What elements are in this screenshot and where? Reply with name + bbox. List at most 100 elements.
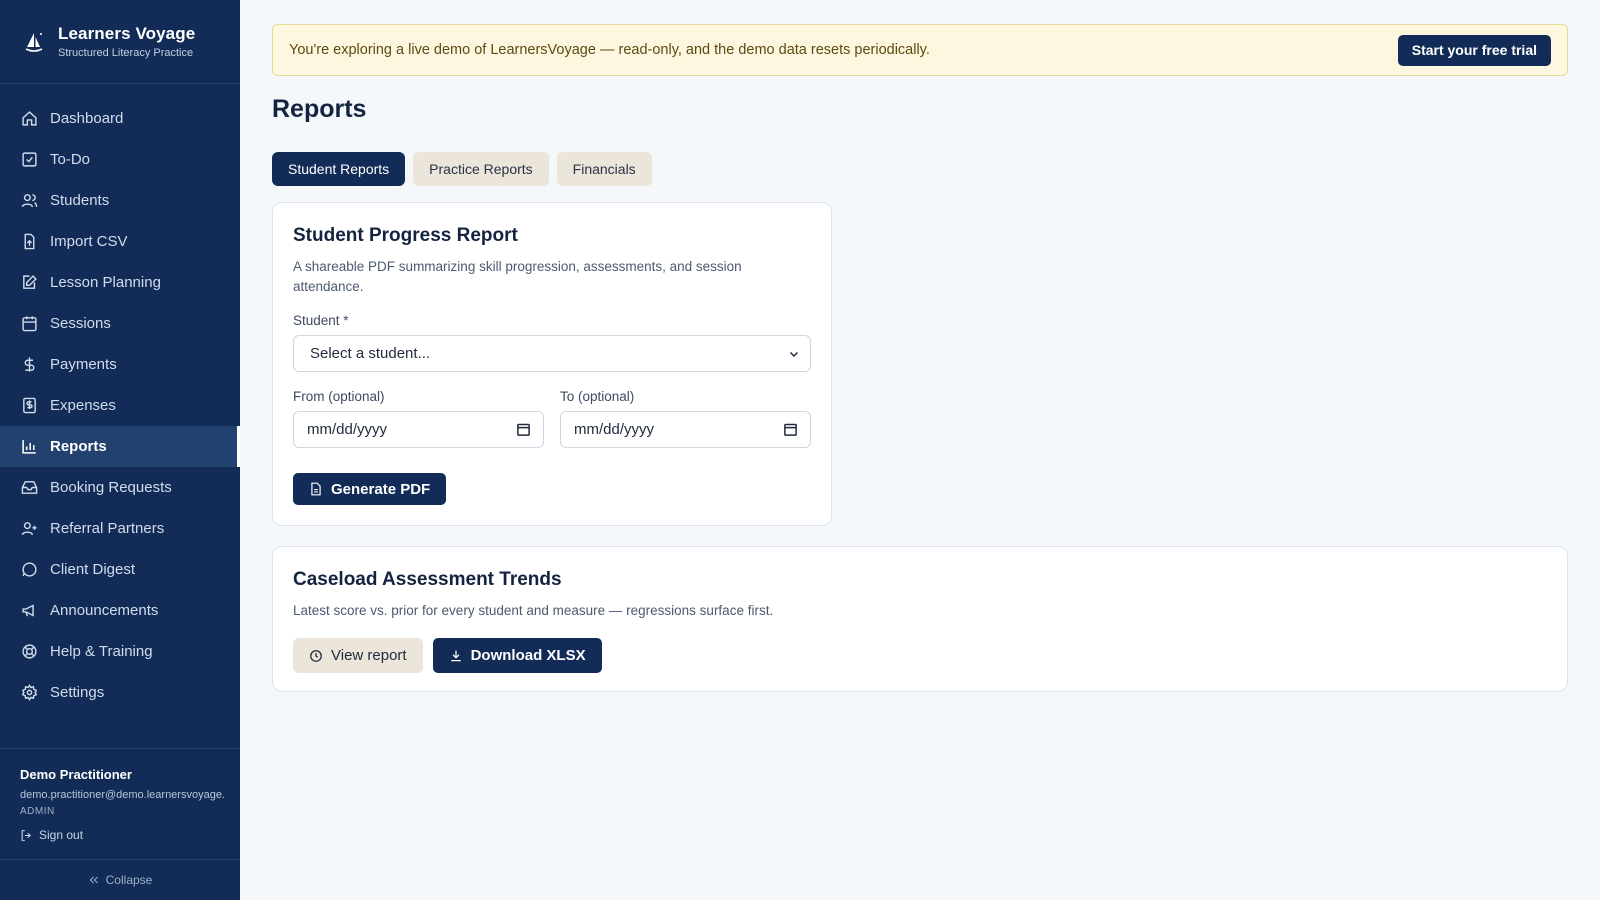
- from-date-placeholder: mm/dd/yyyy: [307, 421, 388, 438]
- chevrons-left-icon: [88, 874, 100, 886]
- user-role: ADMIN: [20, 806, 55, 817]
- brand-subtitle: Structured Literacy Practice: [58, 47, 194, 59]
- calendar-icon: [20, 315, 38, 333]
- users-icon: [20, 192, 38, 210]
- generate-pdf-label: Generate PDF: [331, 480, 431, 498]
- start-free-trial-button[interactable]: Start your free trial: [1397, 34, 1551, 66]
- caseload-assessment-trends-card: Caseload Assessment Trends Latest score …: [272, 546, 1568, 692]
- receipt-icon: [20, 397, 38, 415]
- gear-icon: [20, 684, 38, 702]
- sidebar-item-referral-partners[interactable]: Referral Partners: [0, 508, 240, 549]
- card-title: Caseload Assessment Trends: [293, 569, 562, 590]
- sidebar-item-label: Reports: [50, 438, 107, 455]
- chevron-down-icon: [788, 348, 800, 360]
- to-label: To (optional): [560, 389, 635, 404]
- sign-out-link[interactable]: Sign out: [20, 828, 240, 842]
- sidebar-item-dashboard[interactable]: Dashboard: [0, 98, 240, 139]
- date-range: From (optional) mm/dd/yyyy To (optional)…: [293, 389, 811, 448]
- user-plus-icon: [20, 520, 38, 538]
- sidebar-item-lesson-planning[interactable]: Lesson Planning: [0, 262, 240, 303]
- lifebuoy-icon: [20, 643, 38, 661]
- log-out-icon: [20, 829, 33, 842]
- user-profile: Demo Practitioner demo.practitioner@demo…: [0, 748, 240, 842]
- megaphone-icon: [20, 602, 38, 620]
- view-report-label: View report: [331, 647, 407, 664]
- download-xlsx-button[interactable]: Download XLSX: [432, 638, 602, 673]
- sidebar-nav: Dashboard To-Do Students Import CSV Less…: [0, 84, 240, 713]
- download-icon: [449, 649, 463, 663]
- sidebar-item-todo[interactable]: To-Do: [0, 139, 240, 180]
- sidebar-item-label: Sessions: [50, 315, 111, 332]
- view-report-button[interactable]: View report: [293, 638, 423, 673]
- to-date-group: To (optional) mm/dd/yyyy: [560, 389, 811, 448]
- brand[interactable]: Learners Voyage Structured Literacy Prac…: [0, 0, 240, 84]
- tab-financials[interactable]: Financials: [556, 152, 652, 186]
- calendar-picker-icon[interactable]: [516, 422, 531, 437]
- card-description: A shareable PDF summarizing skill progre…: [293, 259, 742, 294]
- report-tabs: Student Reports Practice Reports Financi…: [272, 152, 660, 186]
- sidebar-item-help-training[interactable]: Help & Training: [0, 631, 240, 672]
- sidebar-item-students[interactable]: Students: [0, 180, 240, 221]
- download-xlsx-label: Download XLSX: [470, 647, 586, 664]
- sidebar: Learners Voyage Structured Literacy Prac…: [0, 0, 240, 900]
- sidebar-item-label: Lesson Planning: [50, 274, 161, 291]
- sidebar-item-label: Announcements: [50, 602, 159, 619]
- sidebar-item-label: Expenses: [50, 397, 116, 414]
- checkbox-icon: [20, 151, 38, 169]
- student-label: Student *: [293, 313, 349, 328]
- sidebar-item-label: Students: [50, 192, 110, 209]
- edit-icon: [20, 274, 38, 292]
- inbox-icon: [20, 479, 38, 497]
- card-description: Latest score vs. prior for every student…: [293, 603, 774, 618]
- demo-banner: You're exploring a live demo of Learners…: [272, 24, 1568, 76]
- student-progress-report-card: Student Progress Report A shareable PDF …: [272, 202, 832, 526]
- user-name: Demo Practitioner: [20, 767, 132, 782]
- sailboat-logo-icon: [22, 30, 46, 54]
- sidebar-item-client-digest[interactable]: Client Digest: [0, 549, 240, 590]
- sidebar-item-label: Client Digest: [50, 561, 136, 578]
- demo-banner-text: You're exploring a live demo of Learners…: [289, 42, 930, 58]
- sign-out-label: Sign out: [39, 828, 84, 842]
- sidebar-item-label: Dashboard: [50, 110, 124, 127]
- clock-icon: [309, 649, 323, 663]
- sidebar-item-sessions[interactable]: Sessions: [0, 303, 240, 344]
- home-icon: [20, 110, 38, 128]
- sidebar-item-announcements[interactable]: Announcements: [0, 590, 240, 631]
- sidebar-item-label: Help & Training: [50, 643, 153, 660]
- sidebar-item-label: Payments: [50, 356, 117, 373]
- tab-student-reports[interactable]: Student Reports: [272, 152, 406, 186]
- sidebar-item-label: To-Do: [50, 151, 91, 168]
- file-upload-icon: [20, 233, 38, 251]
- bar-chart-icon: [20, 438, 38, 456]
- message-icon: [20, 561, 38, 579]
- file-text-icon: [309, 482, 323, 496]
- dollar-icon: [20, 356, 38, 374]
- user-email: demo.practitioner@demo.learnersvoyage.: [20, 789, 225, 801]
- sidebar-item-label: Settings: [50, 684, 105, 701]
- sidebar-item-label: Import CSV: [50, 233, 128, 250]
- generate-pdf-button[interactable]: Generate PDF: [293, 473, 447, 505]
- page-title: Reports: [272, 95, 367, 123]
- student-select-value: Select a student...: [310, 345, 431, 362]
- sidebar-item-label: Referral Partners: [50, 520, 165, 537]
- sidebar-item-payments[interactable]: Payments: [0, 344, 240, 385]
- collapse-label: Collapse: [105, 873, 153, 887]
- from-date-input[interactable]: mm/dd/yyyy: [293, 411, 544, 448]
- sidebar-item-reports[interactable]: Reports: [0, 426, 240, 467]
- tab-practice-reports[interactable]: Practice Reports: [413, 152, 549, 186]
- brand-title: Learners Voyage: [58, 24, 196, 43]
- calendar-picker-icon[interactable]: [783, 422, 798, 437]
- sidebar-item-expenses[interactable]: Expenses: [0, 385, 240, 426]
- from-label: From (optional): [293, 389, 385, 404]
- sidebar-item-settings[interactable]: Settings: [0, 672, 240, 713]
- trends-actions: View report Download XLSX: [293, 638, 1547, 673]
- from-date-group: From (optional) mm/dd/yyyy: [293, 389, 544, 448]
- student-select[interactable]: Select a student...: [293, 335, 811, 372]
- sidebar-item-import-csv[interactable]: Import CSV: [0, 221, 240, 262]
- to-date-input[interactable]: mm/dd/yyyy: [560, 411, 811, 448]
- card-title: Student Progress Report: [293, 225, 518, 246]
- collapse-sidebar-button[interactable]: Collapse: [0, 859, 240, 900]
- to-date-placeholder: mm/dd/yyyy: [574, 421, 655, 438]
- sidebar-item-label: Booking Requests: [50, 479, 172, 496]
- sidebar-item-booking-requests[interactable]: Booking Requests: [0, 467, 240, 508]
